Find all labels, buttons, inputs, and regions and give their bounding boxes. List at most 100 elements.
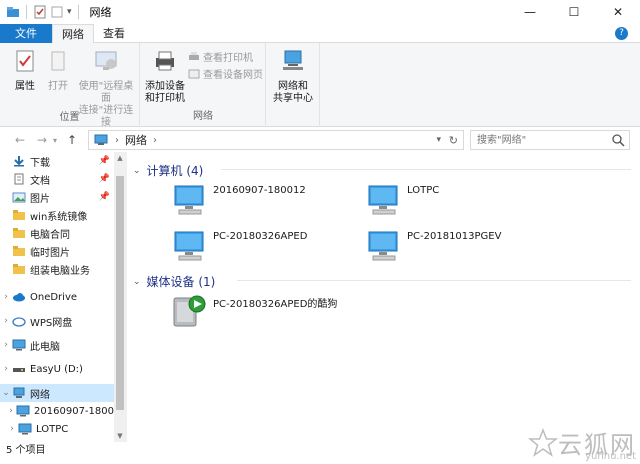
computers-group-header[interactable]: ⌄ 计算机 (4) — [133, 162, 203, 179]
recent-locations-button[interactable]: ▾ — [50, 136, 60, 145]
computer-icon — [368, 185, 398, 215]
pin-icon[interactable]: 📌 — [99, 192, 110, 202]
printer-icon — [156, 51, 174, 71]
nav-item-assembly-business[interactable]: 组装电脑业务 — [0, 260, 114, 278]
webpage-icon — [188, 69, 200, 78]
star-logo-icon — [528, 427, 558, 457]
pictures-icon — [12, 192, 26, 203]
window-title: 网络 — [89, 6, 112, 19]
properties-check-icon — [16, 50, 34, 72]
nav-item-contracts[interactable]: 电脑合同 — [0, 224, 114, 242]
network-sharing-center-button[interactable]: 网络和 共享中心 — [268, 48, 318, 105]
maximize-button[interactable]: ☐ — [552, 0, 596, 24]
expand-chevron-icon[interactable]: › — [0, 292, 12, 302]
small-printer-icon — [189, 51, 199, 60]
breadcrumb-network[interactable]: 网络 — [125, 132, 147, 148]
nav-item-onedrive[interactable]: › OneDrive — [0, 288, 114, 306]
customize-qat-icon[interactable]: ▾ — [67, 7, 72, 17]
media-device-item[interactable]: PC-20180326APED的酷狗 — [171, 294, 337, 328]
nav-scrollbar[interactable]: ▲ ▼ — [114, 152, 126, 442]
computer-icon — [174, 231, 204, 261]
nav-item-network[interactable]: ⌄ 网络 — [0, 384, 114, 402]
properties-button[interactable]: 属性 — [10, 48, 40, 93]
remote-desktop-icon — [95, 51, 117, 70]
search-box[interactable] — [470, 130, 630, 150]
nav-item-pictures[interactable]: 图片 📌 — [0, 188, 114, 206]
documents-icon — [14, 173, 24, 185]
cloud-icon — [13, 293, 25, 302]
refresh-icon[interactable]: ↻ — [449, 134, 458, 147]
view-printers-button[interactable]: 查看打印机 — [188, 49, 253, 64]
media-server-icon — [173, 295, 206, 327]
nav-item-wps[interactable]: › WPS网盘 — [0, 312, 114, 330]
network-group-label: 网络 — [193, 111, 213, 122]
navigation-pane: 下载 📌 文档 📌 图片 📌 win系统镜像 电脑合同 临时图片 组装电脑业务 … — [0, 152, 126, 450]
media-group-header[interactable]: ⌄ 媒体设备 (1) — [133, 273, 215, 290]
search-icon — [612, 134, 625, 147]
nav-item-documents[interactable]: 文档 📌 — [0, 170, 114, 188]
expand-chevron-icon[interactable]: › — [0, 340, 12, 350]
expand-chevron-icon[interactable]: › — [0, 316, 12, 326]
location-group-label: 位置 — [59, 112, 80, 123]
ribbon-tabs: 文件 网络 查看 — [0, 24, 640, 44]
nav-item-downloads[interactable]: 下载 📌 — [0, 152, 114, 170]
computer-icon — [16, 405, 30, 417]
network-computer-item[interactable]: PC-20181013PGEV — [365, 230, 501, 264]
nav-item-drive-d[interactable]: › EasyU (D:) — [0, 360, 114, 378]
expand-chevron-icon[interactable]: › — [0, 364, 12, 374]
pin-icon[interactable]: 📌 — [99, 174, 110, 184]
new-folder-icon[interactable] — [50, 5, 64, 19]
tab-view[interactable]: 查看 — [94, 24, 134, 43]
group-collapse-icon[interactable]: ⌄ — [133, 277, 141, 287]
ribbon: 属性 打开 使用"远程桌面 连接"进行连接 位置 添加设备 和打印机 查看打印机… — [0, 43, 640, 128]
properties-icon[interactable] — [33, 5, 47, 19]
nav-item-network-pc-1[interactable]: › 20160907-1800 — [0, 402, 114, 420]
minimize-button[interactable]: — — [508, 0, 552, 24]
expand-chevron-icon[interactable]: › — [6, 406, 16, 416]
scroll-down-icon[interactable]: ▼ — [114, 430, 126, 442]
computer-icon — [368, 231, 398, 261]
computer-icon — [18, 423, 32, 435]
item-count: 5 个项目 — [6, 445, 46, 456]
network-computer-item[interactable]: PC-20180326APED — [171, 230, 307, 264]
back-button[interactable]: ← — [12, 133, 28, 147]
search-input[interactable] — [471, 131, 611, 149]
folder-icon — [13, 246, 25, 256]
nav-item-win-images[interactable]: win系统镜像 — [0, 206, 114, 224]
open-button[interactable]: 打开 — [44, 48, 72, 93]
breadcrumb-chevron-icon[interactable]: › — [153, 135, 157, 146]
forward-button[interactable]: → — [34, 133, 50, 147]
nav-item-network-pc-2[interactable]: › LOTPC — [0, 420, 114, 438]
nav-item-this-pc[interactable]: › 此电脑 — [0, 336, 114, 354]
folder-icon — [13, 210, 25, 220]
open-icon — [51, 51, 65, 71]
add-device-button[interactable]: 添加设备 和打印机 — [144, 48, 186, 105]
view-device-page-button[interactable]: 查看设备网页 — [188, 66, 263, 81]
network-folder-icon — [7, 7, 19, 17]
network-icon — [13, 387, 25, 398]
address-dropdown-icon[interactable]: ▾ — [436, 135, 441, 145]
watermark: 云狐网 yunhu.net — [528, 425, 636, 462]
pin-icon[interactable]: 📌 — [99, 156, 110, 166]
scroll-up-icon[interactable]: ▲ — [114, 152, 126, 164]
scroll-thumb[interactable] — [116, 176, 124, 410]
download-icon — [14, 156, 24, 167]
close-button[interactable]: ✕ — [596, 0, 640, 24]
content-area: ⌄ 计算机 (4) 20160907-180012 LOTPC PC-20180… — [127, 152, 640, 450]
group-collapse-icon[interactable]: ⌄ — [133, 166, 141, 176]
tab-file[interactable]: 文件 — [0, 24, 52, 43]
help-icon[interactable]: ? — [615, 27, 628, 40]
tab-network[interactable]: 网络 — [52, 24, 94, 44]
up-button[interactable]: ↑ — [64, 133, 80, 147]
breadcrumb-chevron-icon[interactable]: › — [115, 135, 119, 146]
address-bar[interactable]: › 网络 › ▾ ↻ — [88, 130, 464, 150]
folder-icon — [13, 228, 25, 238]
collapse-chevron-icon[interactable]: ⌄ — [0, 388, 12, 398]
folder-icon — [13, 264, 25, 274]
expand-chevron-icon[interactable]: › — [6, 424, 18, 434]
network-computer-item[interactable]: LOTPC — [365, 184, 439, 218]
network-computer-item[interactable]: 20160907-180012 — [171, 184, 306, 218]
computer-icon — [174, 185, 204, 215]
nav-item-temp-pictures[interactable]: 临时图片 — [0, 242, 114, 260]
computer-icon — [12, 339, 26, 351]
